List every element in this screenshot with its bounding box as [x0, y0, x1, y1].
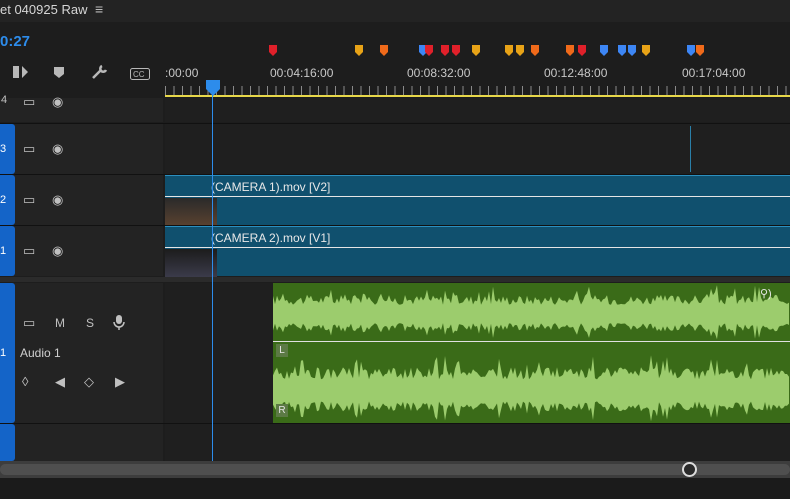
title-bar: [0, 0, 790, 22]
timeline-marker[interactable]: [578, 45, 586, 56]
ruler-timecode: 00:04:16:00: [270, 66, 334, 80]
track-header-v4: ▭ ◉ 4: [0, 94, 163, 122]
timeline-marker[interactable]: [628, 45, 636, 56]
waveform-right: [273, 355, 789, 422]
timeline-marker[interactable]: [696, 45, 704, 56]
track-name[interactable]: Audio 1: [20, 346, 61, 360]
horizontal-scrollbar[interactable]: [0, 461, 790, 478]
clip-name: (CAMERA 1).mov [V2]: [211, 180, 331, 194]
track-header-v2: 2 ▭ ◉: [0, 175, 163, 225]
opacity-line[interactable]: [165, 196, 790, 197]
toggle-output-icon[interactable]: ▭: [23, 243, 35, 259]
video-clip-camera1[interactable]: (CAMERA 1).mov [V2]: [165, 175, 790, 226]
ruler-timecode: 00:17:04:00: [682, 66, 746, 80]
eye-icon[interactable]: ◉: [52, 243, 63, 259]
video-clip-camera2[interactable]: (CAMERA 2).mov [V1]: [165, 226, 790, 277]
audio-effects-icon: ⚲): [760, 288, 772, 300]
track-label: 2: [0, 194, 7, 206]
bottom-strip: [0, 478, 790, 499]
toggle-output-icon[interactable]: ▭: [23, 94, 35, 110]
timeline-marker[interactable]: [269, 45, 277, 56]
add-marker-icon[interactable]: [53, 66, 65, 82]
hamburger-menu-icon[interactable]: ≡: [95, 1, 103, 17]
timeline-marker[interactable]: [687, 45, 695, 56]
edit-point-marker: [690, 126, 691, 172]
track-label: 4: [1, 94, 8, 106]
timeline-marker[interactable]: [380, 45, 388, 56]
track-lane-v2[interactable]: (CAMERA 1).mov [V2]: [165, 175, 790, 226]
volume-line[interactable]: [273, 341, 790, 342]
track-header-a2: [0, 424, 163, 461]
timeline-marker[interactable]: [600, 45, 608, 56]
time-ruler[interactable]: :00:00 00:04:16:00 00:08:32:00 00:12:48:…: [165, 55, 790, 99]
timeline-marker[interactable]: [566, 45, 574, 56]
timeline-marker[interactable]: [505, 45, 513, 56]
timeline-marker[interactable]: [531, 45, 539, 56]
track-target-v1[interactable]: 1: [0, 226, 15, 276]
timeline-marker[interactable]: [642, 45, 650, 56]
track-header-v3: 3 ▭ ◉: [0, 124, 163, 174]
track-header-v1: 1 ▭ ◉: [0, 226, 163, 276]
track-target-v2[interactable]: 2: [0, 175, 15, 225]
toggle-output-icon[interactable]: ▭: [23, 141, 35, 157]
wrench-icon[interactable]: [91, 64, 109, 83]
toggle-sync-lock-icon[interactable]: ▭: [23, 315, 35, 331]
zoom-handle[interactable]: [682, 462, 697, 477]
track-label: 1: [0, 347, 7, 359]
clip-name: (CAMERA 2).mov [V1]: [211, 231, 331, 245]
snap-icon[interactable]: [12, 64, 30, 83]
ruler-ticks: [165, 86, 790, 95]
scrollbar-thumb[interactable]: [0, 464, 790, 475]
channel-label-right: R: [276, 404, 288, 417]
timeline-marker[interactable]: [452, 45, 460, 56]
mute-button[interactable]: M: [55, 316, 65, 330]
playhead-handle[interactable]: [206, 80, 220, 99]
timeline-marker[interactable]: [472, 45, 480, 56]
track-lane-v1[interactable]: (CAMERA 2).mov [V1]: [165, 226, 790, 277]
playhead-timecode[interactable]: 0:27: [0, 33, 30, 50]
video-audio-divider[interactable]: [0, 277, 790, 282]
clip-thumbnail: [165, 198, 217, 226]
clip-thumbnail: [165, 249, 217, 277]
eye-icon[interactable]: ◉: [52, 94, 63, 110]
playhead-line[interactable]: [212, 95, 213, 461]
ruler-timecode: :00:00: [165, 66, 199, 80]
sequence-tab-title[interactable]: et 040925 Raw: [0, 2, 87, 17]
track-target-a1[interactable]: 1: [0, 283, 15, 423]
timeline-marker[interactable]: [425, 45, 433, 56]
toggle-output-icon[interactable]: ▭: [23, 192, 35, 208]
ruler-timecode: 00:12:48:00: [544, 66, 608, 80]
eye-icon[interactable]: ◉: [52, 192, 63, 208]
timeline-marker[interactable]: [516, 45, 524, 56]
keyframe-options-icon[interactable]: ◊: [22, 374, 28, 389]
eye-icon[interactable]: ◉: [52, 141, 63, 157]
svg-text:CC: CC: [133, 70, 145, 79]
timeline-marker[interactable]: [355, 45, 363, 56]
captions-icon[interactable]: CC: [130, 67, 150, 83]
work-area-bar[interactable]: [165, 95, 790, 97]
channel-label-left: L: [276, 344, 288, 357]
next-keyframe-icon[interactable]: ▶: [115, 374, 125, 390]
track-header-a1: 1 ▭ M S Audio 1 ◊ ◀ ◇ ▶: [0, 283, 163, 423]
timeline-marker[interactable]: [618, 45, 626, 56]
add-keyframe-icon[interactable]: ◇: [84, 374, 94, 390]
track-target-v3[interactable]: 3: [0, 124, 15, 174]
timeline-marker[interactable]: [441, 45, 449, 56]
track-lane-v3[interactable]: [165, 124, 790, 174]
previous-keyframe-icon[interactable]: ◀: [55, 374, 65, 390]
track-lane-a2[interactable]: [165, 424, 790, 461]
ruler-timecode: 00:08:32:00: [407, 66, 471, 80]
track-target-a2[interactable]: [0, 424, 15, 461]
microphone-icon[interactable]: [113, 315, 125, 333]
audio-clip[interactable]: L R ⚲): [273, 283, 790, 423]
track-label: 3: [0, 143, 7, 155]
opacity-line[interactable]: [165, 247, 790, 248]
solo-button[interactable]: S: [86, 316, 94, 330]
track-lane-v4[interactable]: [165, 98, 790, 122]
track-label: 1: [0, 245, 7, 257]
